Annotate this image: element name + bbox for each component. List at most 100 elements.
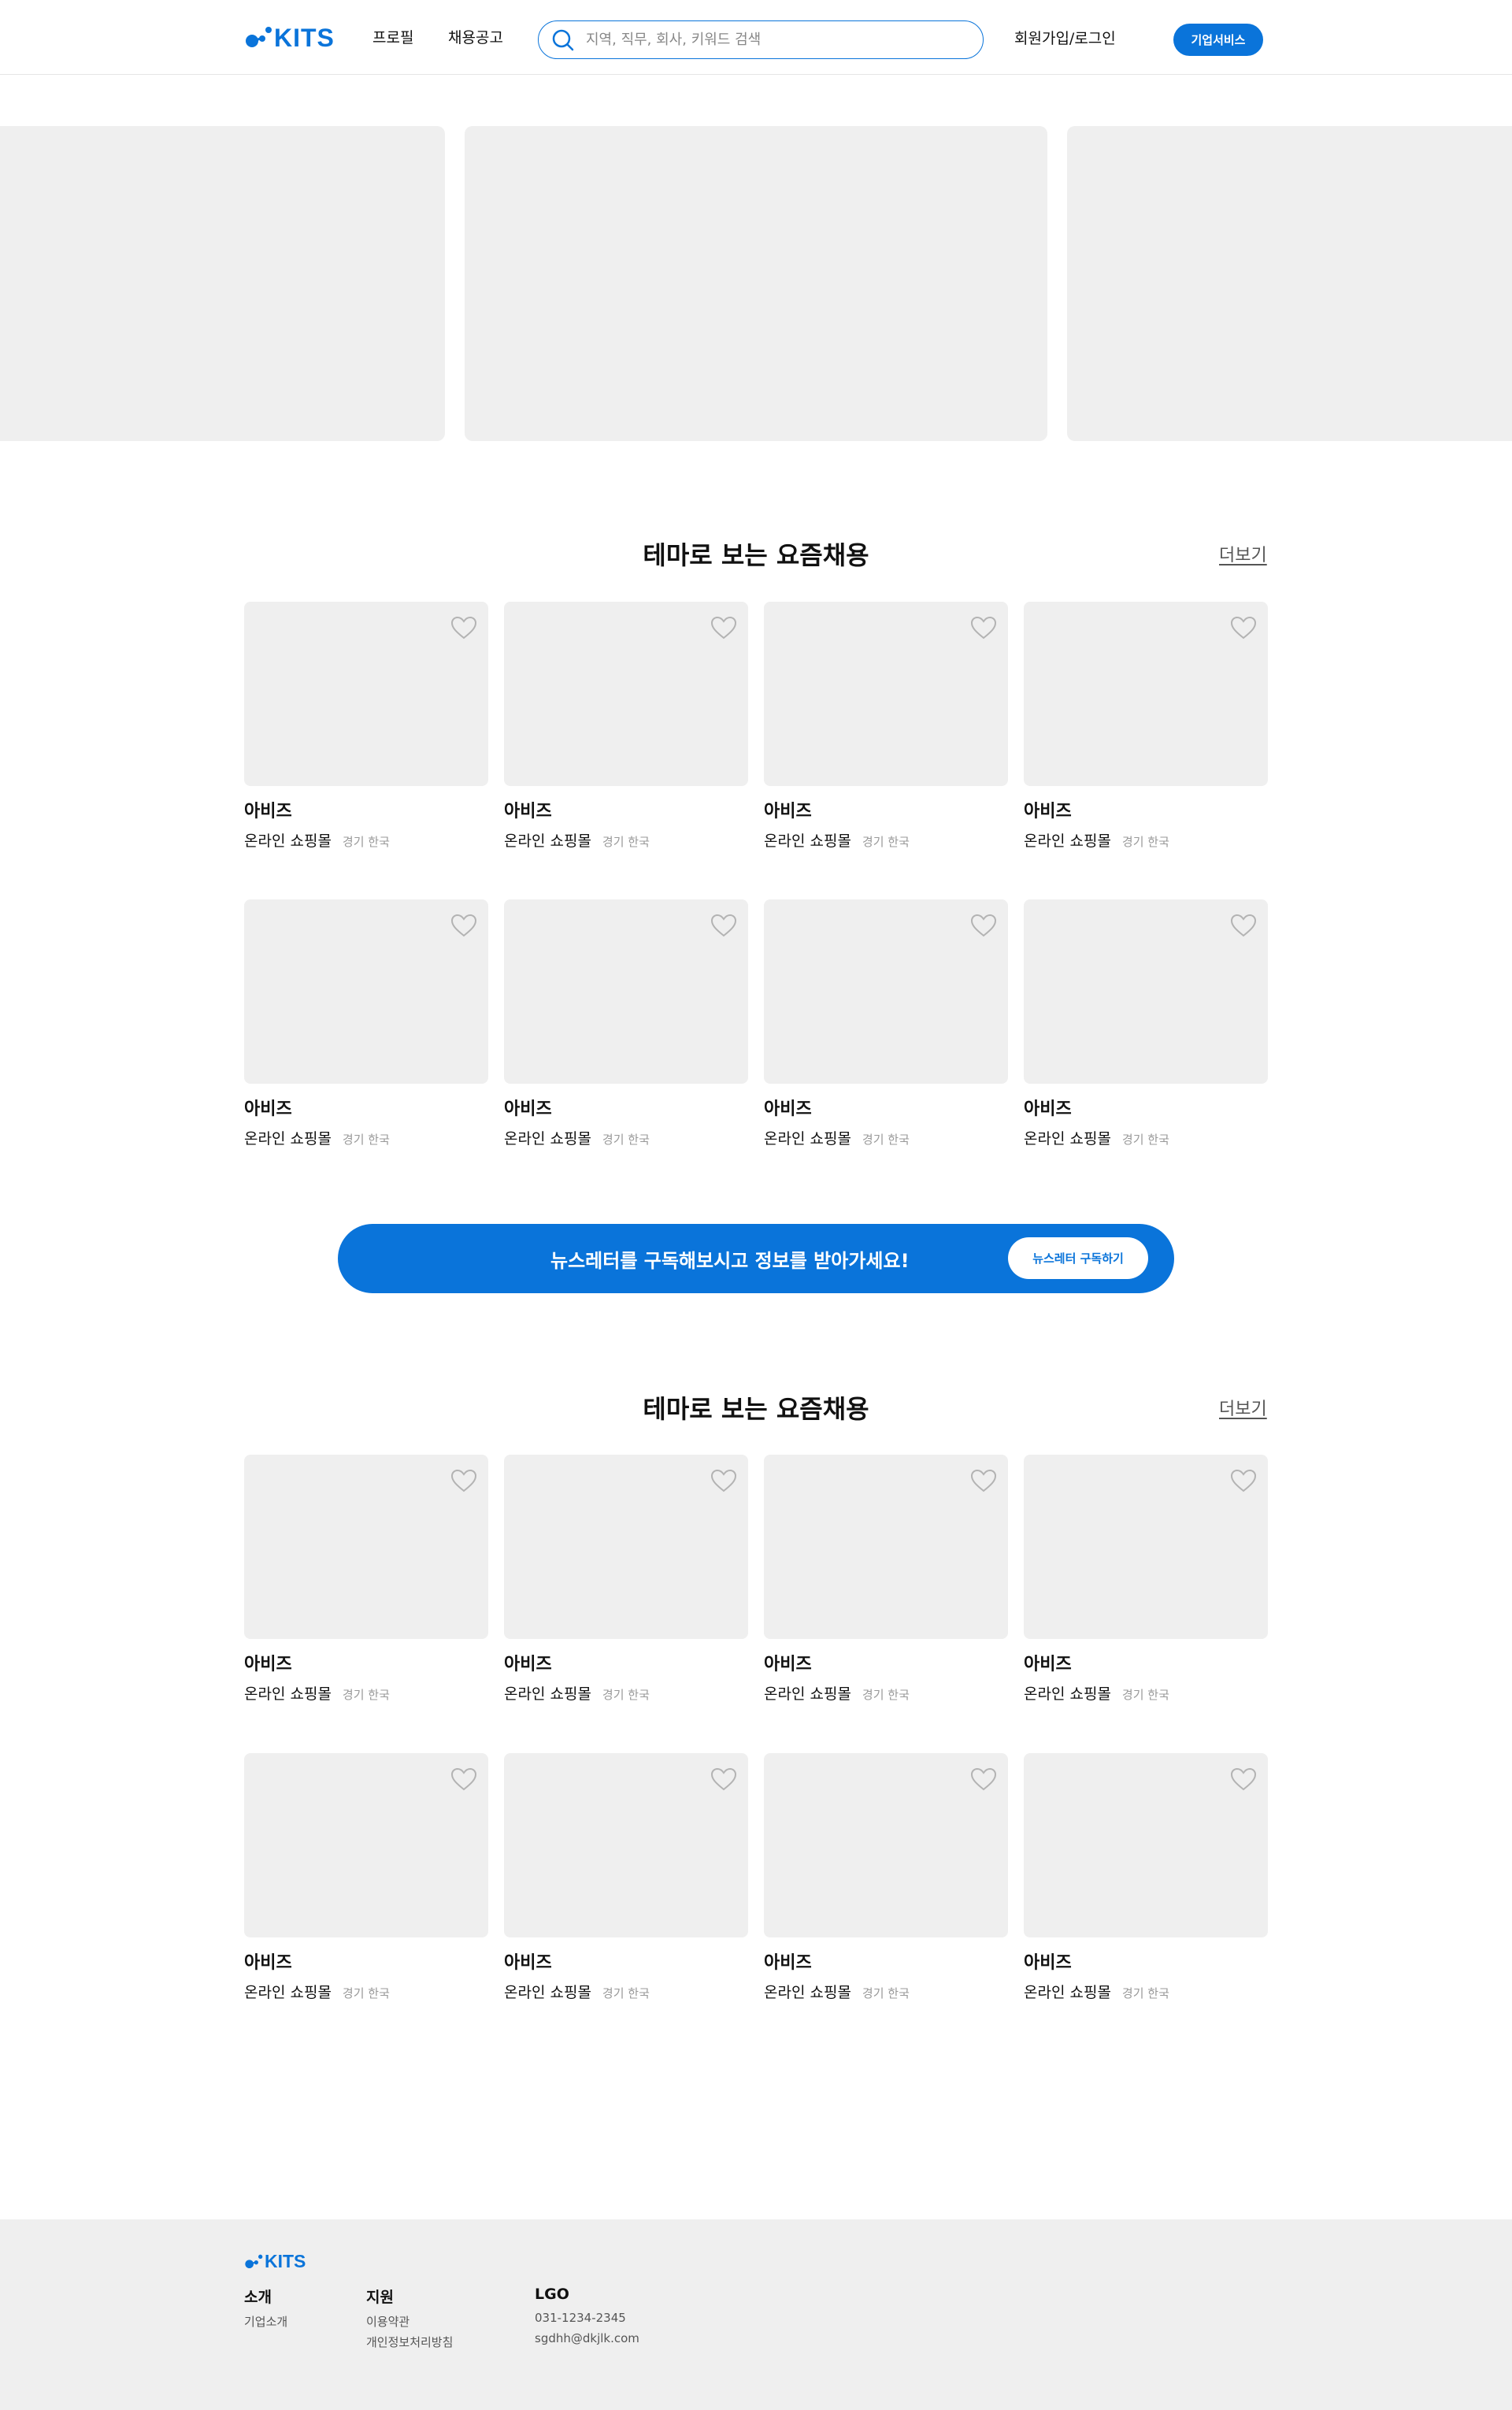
business-service-button[interactable]: 기업서비스 bbox=[1173, 24, 1263, 56]
job-card[interactable]: 아비즈 온라인 쇼핑몰 경기 한국 bbox=[1024, 1753, 1268, 2002]
card-thumbnail[interactable] bbox=[764, 602, 1008, 786]
job-card[interactable]: 아비즈 온라인 쇼핑몰 경기 한국 bbox=[1024, 1455, 1268, 1704]
footer-link-company-intro[interactable]: 기업소개 bbox=[244, 2316, 287, 2328]
newsletter-subscribe-button[interactable]: 뉴스레터 구독하기 bbox=[1008, 1237, 1148, 1279]
section-title: 테마로 보는 요즘채용 bbox=[643, 1394, 869, 1424]
logo[interactable]: KITS bbox=[244, 22, 335, 54]
card-thumbnail[interactable] bbox=[504, 1455, 748, 1639]
job-card[interactable]: 아비즈 온라인 쇼핑몰 경기 한국 bbox=[764, 1753, 1008, 2002]
heart-icon[interactable] bbox=[450, 616, 477, 640]
nav-profile[interactable]: 프로필 bbox=[372, 26, 413, 47]
company-category: 온라인 쇼핑몰 bbox=[244, 1984, 332, 2002]
card-thumbnail[interactable] bbox=[764, 1753, 1008, 1937]
card-meta: 온라인 쇼핑몰 경기 한국 bbox=[504, 1981, 748, 2002]
more-link[interactable]: 더보기 bbox=[1219, 541, 1267, 566]
company-category: 온라인 쇼핑몰 bbox=[764, 1130, 851, 1148]
company-category: 온라인 쇼핑몰 bbox=[504, 832, 591, 851]
card-thumbnail[interactable] bbox=[244, 1753, 488, 1937]
company-location: 경기 한국 bbox=[602, 835, 650, 850]
heart-icon[interactable] bbox=[710, 1767, 737, 1791]
heart-icon[interactable] bbox=[710, 914, 737, 937]
card-thumbnail[interactable] bbox=[764, 899, 1008, 1084]
company-name: 아비즈 bbox=[764, 802, 812, 821]
heart-icon[interactable] bbox=[970, 914, 997, 937]
job-card[interactable]: 아비즈온라인 쇼핑몰 경기 한국 bbox=[504, 602, 748, 851]
company-location: 경기 한국 bbox=[602, 1133, 650, 1148]
company-location: 경기 한국 bbox=[862, 1133, 910, 1148]
company-name: 아비즈 bbox=[244, 802, 292, 821]
card-thumbnail[interactable] bbox=[504, 1753, 748, 1937]
search-input[interactable] bbox=[584, 31, 947, 49]
job-card[interactable]: 아비즈 온라인 쇼핑몰 경기 한국 bbox=[504, 1455, 748, 1704]
company-name: 아비즈 bbox=[504, 1953, 552, 1973]
heart-icon[interactable] bbox=[1230, 1469, 1257, 1492]
heart-icon[interactable] bbox=[710, 616, 737, 640]
banner-slide-prev[interactable] bbox=[0, 126, 445, 441]
card-meta: 온라인 쇼핑몰 경기 한국 bbox=[244, 1981, 488, 2002]
card-thumbnail[interactable] bbox=[504, 899, 748, 1084]
job-card[interactable]: 아비즈 온라인 쇼핑몰 경기 한국 bbox=[504, 899, 748, 1148]
section-title: 테마로 보는 요즘채용 bbox=[643, 540, 869, 570]
search-bar[interactable] bbox=[538, 20, 984, 59]
company-location: 경기 한국 bbox=[1121, 1986, 1169, 2001]
card-thumbnail[interactable] bbox=[1024, 1455, 1268, 1639]
card-thumbnail[interactable] bbox=[244, 1455, 488, 1639]
heart-icon[interactable] bbox=[450, 1767, 477, 1791]
heart-icon[interactable] bbox=[970, 616, 997, 640]
card-meta: 온라인 쇼핑몰 경기 한국 bbox=[1024, 829, 1268, 851]
company-name: 아비즈 bbox=[504, 1655, 552, 1674]
footer-heading: 소개 bbox=[244, 2289, 272, 2306]
footer-email[interactable]: sgdhh@dkjlk.com bbox=[535, 2333, 639, 2345]
heart-icon[interactable] bbox=[1230, 914, 1257, 937]
job-card[interactable]: 아비즈온라인 쇼핑몰 경기 한국 bbox=[244, 1753, 488, 2002]
job-card[interactable]: 아비즈 온라인 쇼핑몰 경기 한국 bbox=[244, 1455, 488, 1704]
company-name: 아비즈 bbox=[504, 802, 552, 821]
company-location: 경기 한국 bbox=[862, 835, 910, 850]
card-meta: 온라인 쇼핑몰 경기 한국 bbox=[764, 1127, 1008, 1148]
card-meta: 온라인 쇼핑몰 경기 한국 bbox=[764, 1682, 1008, 1704]
banner-slide-current[interactable] bbox=[465, 126, 1047, 441]
job-card[interactable]: 아비즈온라인 쇼핑몰 경기 한국 bbox=[244, 602, 488, 851]
banner-slide-next[interactable] bbox=[1067, 126, 1512, 441]
job-card[interactable]: 아비즈 온라인 쇼핑몰 경기 한국 bbox=[764, 602, 1008, 851]
card-thumbnail[interactable] bbox=[1024, 899, 1268, 1084]
heart-icon[interactable] bbox=[450, 914, 477, 937]
company-location: 경기 한국 bbox=[342, 835, 390, 850]
company-name: 아비즈 bbox=[244, 1953, 292, 1973]
nav-job-postings[interactable]: 채용공고 bbox=[448, 26, 503, 47]
job-card[interactable]: 아비즈 온라인 쇼핑몰 경기 한국 bbox=[764, 1455, 1008, 1704]
heart-icon[interactable] bbox=[1230, 616, 1257, 640]
company-name: 아비즈 bbox=[764, 1099, 812, 1119]
heart-icon[interactable] bbox=[970, 1469, 997, 1492]
more-link[interactable]: 더보기 bbox=[1219, 1395, 1267, 1420]
heart-icon[interactable] bbox=[1230, 1767, 1257, 1791]
site-footer: KITS 소개 기업소개 지원 이용약관 개인정보처리방침 LGO 031-12… bbox=[0, 2219, 1512, 2410]
footer-column-support: 지원 이용약관 개인정보처리방침 bbox=[366, 2286, 453, 2349]
heart-icon[interactable] bbox=[450, 1469, 477, 1492]
signup-login-link[interactable]: 회원가입/로그인 bbox=[1014, 27, 1116, 48]
company-name: 아비즈 bbox=[1024, 1953, 1072, 1973]
company-location: 경기 한국 bbox=[602, 1688, 650, 1703]
card-thumbnail[interactable] bbox=[244, 899, 488, 1084]
search-icon[interactable] bbox=[551, 28, 575, 52]
card-thumbnail[interactable] bbox=[1024, 602, 1268, 786]
footer-logo[interactable]: KITS bbox=[244, 2251, 306, 2272]
job-card[interactable]: 아비즈 온라인 쇼핑몰 경기 한국 bbox=[1024, 602, 1268, 851]
card-thumbnail[interactable] bbox=[764, 1455, 1008, 1639]
job-card[interactable]: 아비즈 온라인 쇼핑몰 경기 한국 bbox=[1024, 899, 1268, 1148]
job-card[interactable]: 아비즈온라인 쇼핑몰 경기 한국 bbox=[504, 1753, 748, 2002]
heart-icon[interactable] bbox=[710, 1469, 737, 1492]
company-location: 경기 한국 bbox=[602, 1986, 650, 2001]
heart-icon[interactable] bbox=[970, 1767, 997, 1791]
card-thumbnail[interactable] bbox=[504, 602, 748, 786]
footer-logo-text: KITS bbox=[265, 2251, 306, 2271]
job-card[interactable]: 아비즈 온라인 쇼핑몰 경기 한국 bbox=[244, 899, 488, 1148]
footer-link-privacy[interactable]: 개인정보처리방침 bbox=[366, 2337, 453, 2349]
footer-link-terms[interactable]: 이용약관 bbox=[366, 2316, 453, 2328]
card-thumbnail[interactable] bbox=[244, 602, 488, 786]
job-card[interactable]: 아비즈온라인 쇼핑몰 경기 한국 bbox=[764, 899, 1008, 1148]
card-thumbnail[interactable] bbox=[1024, 1753, 1268, 1937]
company-name: 아비즈 bbox=[504, 1099, 552, 1119]
company-location: 경기 한국 bbox=[342, 1986, 390, 2001]
company-category: 온라인 쇼핑몰 bbox=[244, 832, 332, 851]
